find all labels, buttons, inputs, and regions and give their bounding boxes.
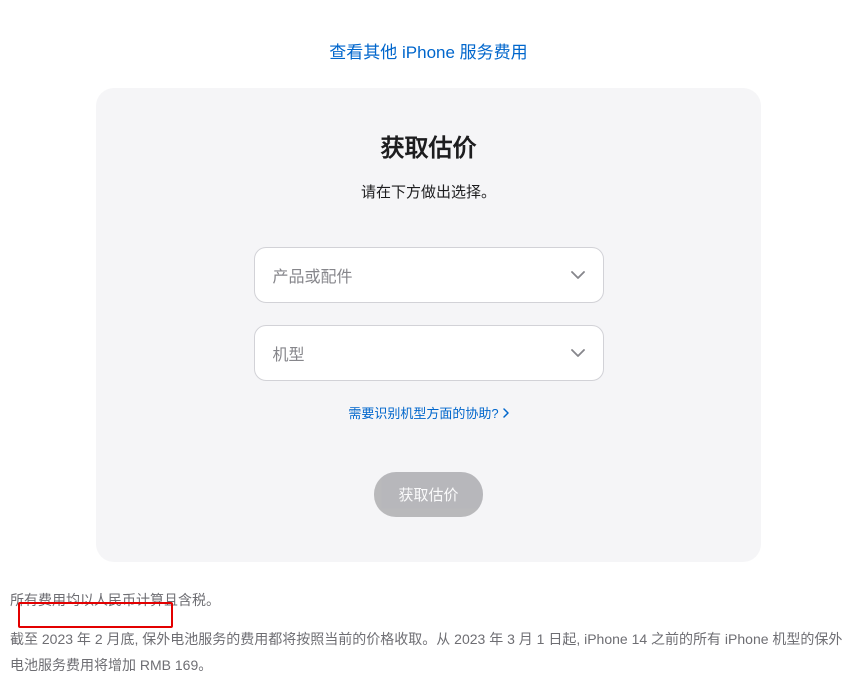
chevron-down-icon [571,349,585,357]
help-link-label: 需要识别机型方面的协助? [348,403,498,422]
view-other-services-link[interactable]: 查看其他 iPhone 服务费用 [329,43,527,62]
chevron-down-icon [571,271,585,279]
model-select[interactable]: 机型 [254,325,604,381]
chevron-right-icon [503,408,509,418]
identify-model-help-link[interactable]: 需要识别机型方面的协助? [348,403,508,422]
footer-line-2: 截至 2023 年 2 月底, 保外电池服务的费用都将按照当前的价格收取。从 2… [10,626,847,679]
product-select[interactable]: 产品或配件 [254,247,604,303]
submit-container: 获取估价 [146,472,711,517]
card-title: 获取估价 [146,128,711,163]
model-select-placeholder: 机型 [273,341,305,365]
card-subtitle: 请在下方做出选择。 [146,181,711,202]
product-select-wrapper: 产品或配件 [254,247,604,303]
footer-disclaimer: 所有费用均以人民币计算且含税。 截至 2023 年 2 月底, 保外电池服务的费… [0,562,857,679]
model-select-wrapper: 机型 [254,325,604,381]
product-select-placeholder: 产品或配件 [273,263,353,287]
estimate-card: 获取估价 请在下方做出选择。 产品或配件 机型 需要识别机型方面的协助? 获取估… [96,88,761,562]
footer-line-1: 所有费用均以人民币计算且含税。 [10,587,847,614]
get-estimate-button[interactable]: 获取估价 [374,472,482,517]
top-link-container: 查看其他 iPhone 服务费用 [0,0,857,88]
